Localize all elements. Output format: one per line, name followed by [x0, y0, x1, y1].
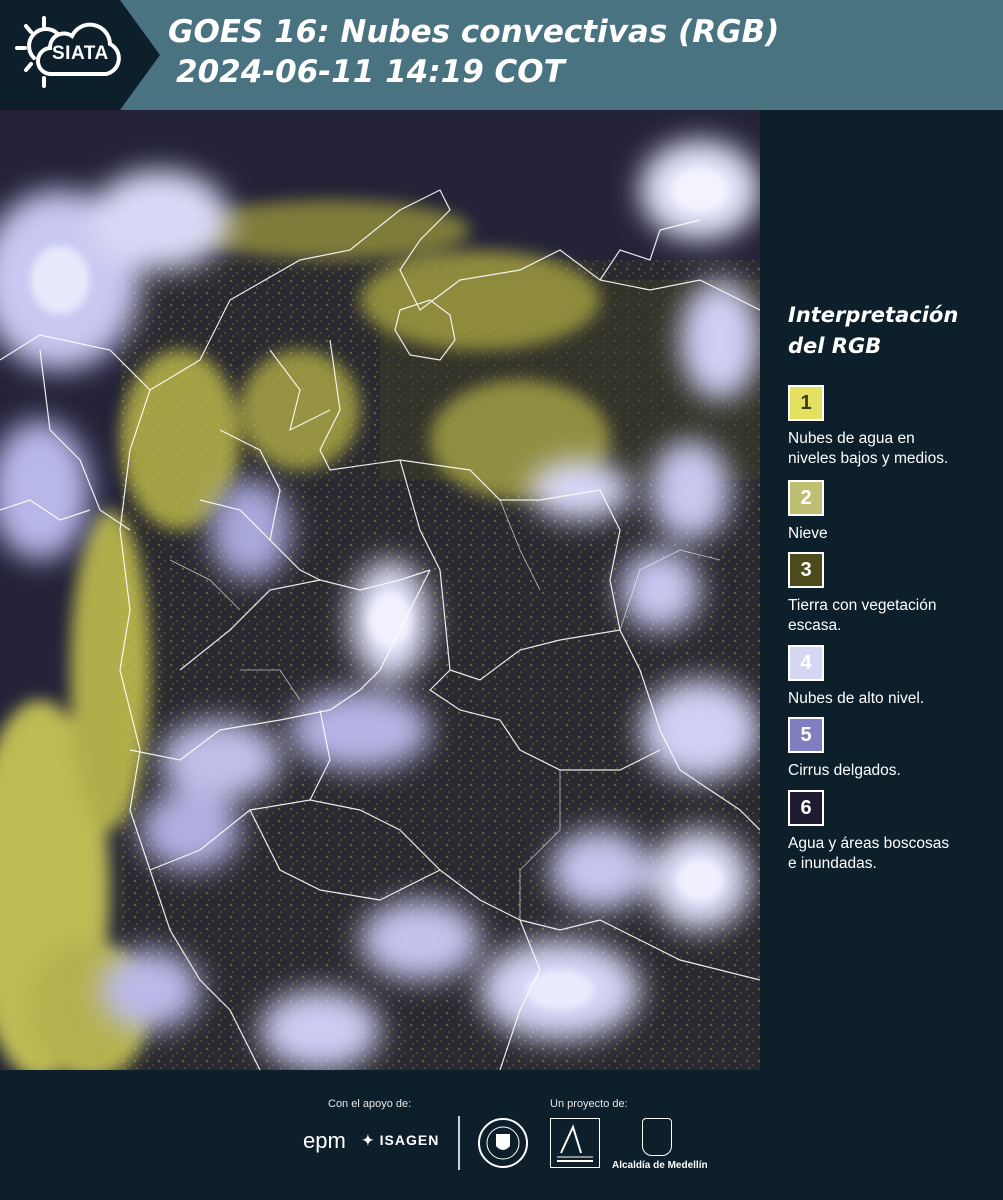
- legend-swatch-2: 2: [788, 480, 824, 516]
- legend-desc-5: Cirrus delgados.: [788, 762, 901, 779]
- legend-number-5: 5: [800, 723, 812, 746]
- legend-swatch-5: 5: [788, 717, 824, 753]
- isagen-text: ISAGEN: [379, 1132, 440, 1148]
- header: SIATA GOES 16: Nubes convectivas (RGB) 2…: [0, 0, 1003, 110]
- legend-swatch-6: 6: [788, 790, 824, 826]
- project-label: Un proyecto de:: [550, 1098, 628, 1110]
- legend-title-line1: Interpretación: [788, 303, 959, 327]
- medellin-seal-icon: [478, 1118, 528, 1168]
- legend-item-1: 1 Nubes de agua en niveles bajos y medio…: [788, 385, 988, 469]
- support-label: Con el apoyo de:: [328, 1098, 412, 1110]
- legend-item-3: 3 Tierra con vegetación escasa.: [788, 552, 988, 636]
- legend-item-5: 5 Cirrus delgados.: [788, 717, 988, 781]
- siata-logo-text: SIATA: [52, 43, 109, 64]
- legend-number-1: 1: [800, 391, 812, 414]
- legend-desc-4: Nubes de alto nivel.: [788, 690, 925, 707]
- alcaldia-medellin-logo: Alcaldía de Medellín: [612, 1160, 708, 1171]
- satellite-image: [0, 110, 760, 1070]
- legend-desc-3: Tierra con vegetación escasa.: [788, 597, 937, 634]
- legend-item-4: 4 Nubes de alto nivel.: [788, 645, 988, 709]
- isagen-logo: ✦ ISAGEN: [362, 1132, 439, 1149]
- legend-desc-6: Agua y áreas boscosas e inundadas.: [788, 835, 950, 872]
- alcaldia-emblem-icon: [642, 1118, 672, 1156]
- legend-number-4: 4: [800, 651, 812, 674]
- page-title: GOES 16: Nubes convectivas (RGB): [168, 14, 780, 50]
- legend-title-line2: del RGB: [788, 334, 882, 358]
- legend-item-6: 6 Agua y áreas boscosas e inundadas.: [788, 790, 988, 874]
- legend-swatch-4: 4: [788, 645, 824, 681]
- isagen-mark-icon: ✦: [362, 1132, 375, 1148]
- epm-logo: epm: [303, 1128, 346, 1153]
- legend-number-6: 6: [800, 796, 812, 819]
- legend-number-2: 2: [800, 486, 812, 509]
- footer: Con el apoyo de: Un proyecto de: epm ✦ I…: [0, 1070, 1003, 1200]
- page-timestamp: 2024-06-11 14:19 COT: [176, 54, 565, 90]
- area-metropolitana-logo-icon: [550, 1118, 600, 1168]
- legend: Interpretación del RGB 1 Nubes de agua e…: [788, 300, 988, 872]
- legend-title: Interpretación del RGB: [788, 300, 988, 362]
- legend-number-3: 3: [800, 558, 812, 581]
- legend-desc-1: Nubes de agua en niveles bajos y medios.: [788, 430, 949, 467]
- legend-swatch-1: 1: [788, 385, 824, 421]
- legend-item-2: 2 Nieve: [788, 480, 988, 544]
- legend-desc-2: Nieve: [788, 525, 828, 542]
- footer-divider: [458, 1116, 460, 1170]
- legend-swatch-3: 3: [788, 552, 824, 588]
